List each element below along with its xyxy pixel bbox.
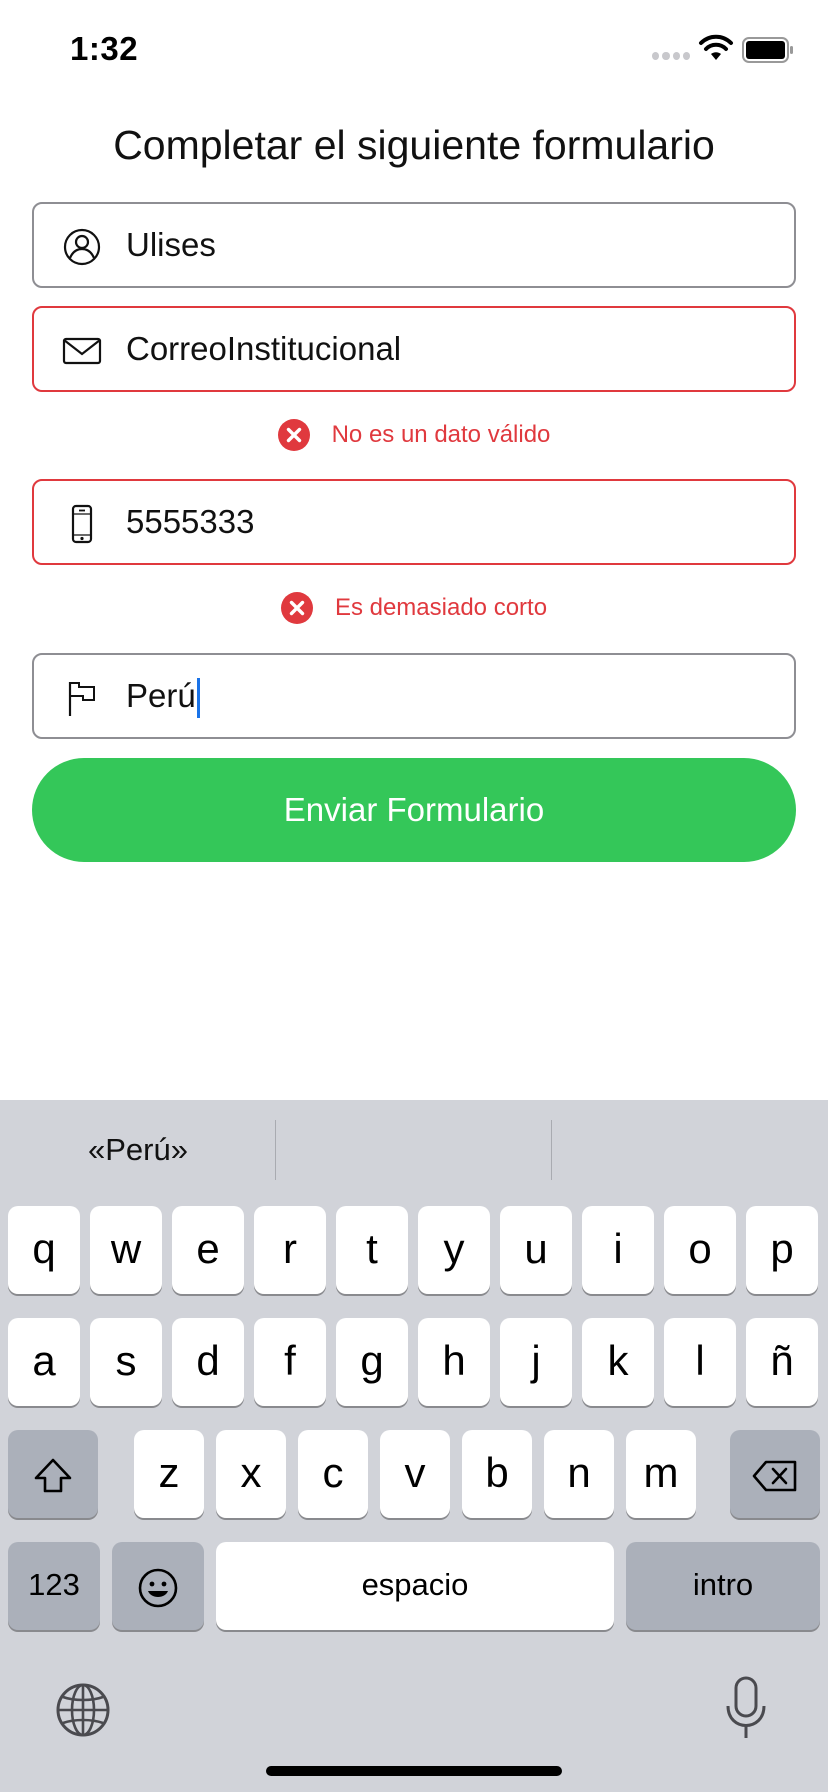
phone-field-value: 5555333	[126, 503, 255, 540]
key-d[interactable]: d	[172, 1318, 244, 1406]
space-key[interactable]: espacio	[216, 1542, 614, 1630]
key-a[interactable]: a	[8, 1318, 80, 1406]
phone-error-message: Es demasiado corto	[0, 588, 828, 628]
cellular-signal-icon	[652, 52, 690, 62]
submit-button[interactable]: Enviar Formulario	[32, 758, 796, 862]
keyboard: «Perú» q w e r t y u i o p a s d f g h j…	[0, 1100, 828, 1792]
status-time: 1:32	[70, 30, 139, 67]
key-l[interactable]: l	[664, 1318, 736, 1406]
flag-icon	[68, 682, 95, 716]
home-indicator[interactable]	[266, 1766, 562, 1776]
key-u[interactable]: u	[500, 1206, 572, 1294]
status-bar: 1:32	[0, 0, 828, 96]
shift-key[interactable]	[8, 1430, 98, 1518]
key-e[interactable]: e	[172, 1206, 244, 1294]
key-z[interactable]: z	[134, 1430, 204, 1518]
key-j[interactable]: j	[500, 1318, 572, 1406]
key-p[interactable]: p	[746, 1206, 818, 1294]
suggestion-1[interactable]: «Perú»	[0, 1100, 276, 1200]
key-v[interactable]: v	[380, 1430, 450, 1518]
country-field-text: Perú	[126, 677, 196, 714]
key-c[interactable]: c	[298, 1430, 368, 1518]
key-w[interactable]: w	[90, 1206, 162, 1294]
return-key[interactable]: intro	[626, 1542, 820, 1630]
key-m[interactable]: m	[626, 1430, 696, 1518]
error-x-icon	[277, 419, 310, 451]
key-enye[interactable]: ñ	[746, 1318, 818, 1406]
phone-error-text: Es demasiado corto	[334, 594, 548, 621]
mail-icon	[62, 337, 102, 365]
key-s[interactable]: s	[90, 1318, 162, 1406]
key-y[interactable]: y	[418, 1206, 490, 1294]
text-caret	[196, 678, 200, 719]
name-field-value: Ulises	[126, 226, 216, 263]
microphone-icon[interactable]	[724, 1676, 768, 1740]
email-field[interactable]: CorreoInstitucional	[32, 306, 796, 392]
key-x[interactable]: x	[216, 1430, 286, 1518]
email-error-text: No es un dato válido	[331, 421, 551, 448]
emoji-icon	[138, 1568, 178, 1608]
suggestion-2[interactable]	[276, 1100, 552, 1200]
key-o[interactable]: o	[664, 1206, 736, 1294]
email-field-value: CorreoInstitucional	[126, 330, 402, 367]
key-t[interactable]: t	[336, 1206, 408, 1294]
key-h[interactable]: h	[418, 1318, 490, 1406]
key-r[interactable]: r	[254, 1206, 326, 1294]
globe-icon[interactable]	[54, 1681, 112, 1739]
email-error-message: No es un dato válido	[0, 415, 828, 455]
key-k[interactable]: k	[582, 1318, 654, 1406]
numbers-key[interactable]: 123	[8, 1542, 100, 1630]
country-field[interactable]: Perú	[32, 653, 796, 739]
country-field-value: Perú	[126, 655, 200, 737]
delete-key[interactable]	[730, 1430, 820, 1518]
wifi-icon	[699, 34, 733, 60]
form-title: Completar el siguiente formulario	[113, 122, 715, 168]
phone-field[interactable]: 5555333	[32, 479, 796, 565]
key-q[interactable]: q	[8, 1206, 80, 1294]
emoji-key[interactable]	[112, 1542, 204, 1630]
key-n[interactable]: n	[544, 1430, 614, 1518]
suggestion-3[interactable]	[552, 1100, 828, 1200]
name-field[interactable]: Ulises	[32, 202, 796, 288]
key-i[interactable]: i	[582, 1206, 654, 1294]
user-icon	[63, 228, 101, 266]
key-f[interactable]: f	[254, 1318, 326, 1406]
phone-icon	[71, 504, 93, 544]
suggestion-bar: «Perú»	[0, 1100, 828, 1200]
key-b[interactable]: b	[462, 1430, 532, 1518]
error-x-icon	[280, 592, 313, 624]
battery-icon	[742, 37, 793, 63]
key-g[interactable]: g	[336, 1318, 408, 1406]
backspace-icon	[752, 1460, 797, 1492]
shift-icon	[34, 1458, 72, 1493]
